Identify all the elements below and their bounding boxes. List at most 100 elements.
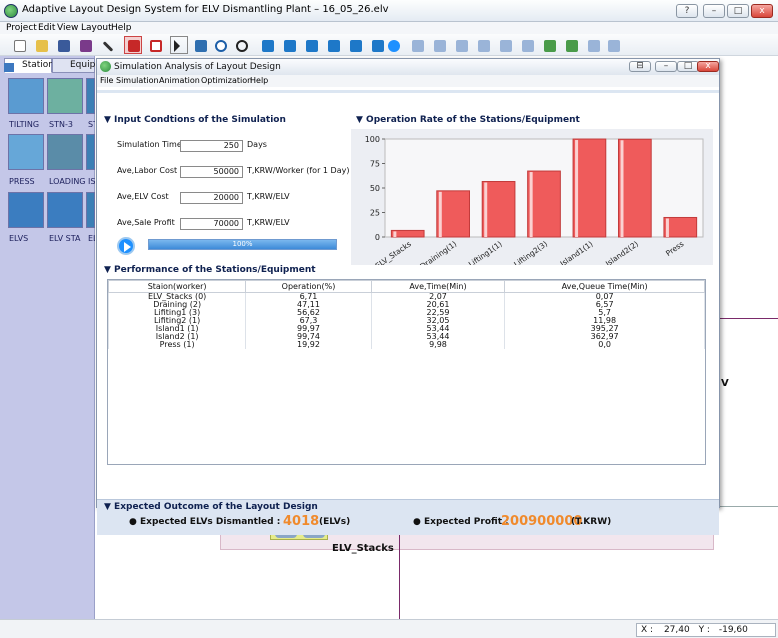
minimize-button[interactable]: – [703, 4, 725, 18]
simulation-dialog: Simulation Analysis of Layout Design ⊟ –… [96, 58, 720, 535]
dialog-restore-button[interactable]: ⊟ [629, 61, 651, 72]
progress-text: 100% [232, 240, 253, 248]
play-icon[interactable] [384, 36, 402, 54]
tile-label: STN-3 [49, 120, 73, 129]
align-tool-1-icon[interactable] [258, 36, 276, 54]
tools-icon[interactable] [98, 36, 116, 54]
dlg-menu-help[interactable]: Help [250, 75, 268, 87]
dlg-menu-file[interactable]: File [100, 75, 113, 87]
outcome-panel: ▼ Expected Outcome of the Layout Design … [97, 499, 719, 535]
help-window-button[interactable]: ? [676, 4, 698, 18]
tile-stn-3[interactable] [47, 78, 83, 114]
play-icon [124, 242, 131, 252]
performance-section-title: ▼ Performance of the Stations/Equipment [104, 265, 316, 275]
dialog-title: Simulation Analysis of Layout Design [114, 62, 281, 72]
table-row[interactable]: Press (1) 19,92 9,98 0,0 [107, 341, 705, 349]
elv-cost-input[interactable]: 20000 [180, 192, 243, 204]
dlg-menu-simulation[interactable]: Simulation [116, 75, 159, 87]
column-header[interactable]: Ave,Queue Time(Min) [504, 280, 705, 293]
y-value: -19,60 [718, 625, 748, 635]
dialog-minimize-button[interactable]: – [655, 61, 677, 72]
dialog-maximize-button[interactable]: □ [677, 61, 699, 72]
tile-loading[interactable] [47, 134, 83, 170]
tile-label: ELVS [9, 234, 29, 243]
simulation-time-input[interactable]: 250 [180, 140, 243, 152]
run-simulation-button[interactable] [117, 237, 135, 255]
input-unit: T,KRW/ELV [247, 218, 290, 227]
outcome-section-title: ▼ Expected Outcome of the Layout Design [104, 502, 318, 512]
dialog-app-icon [100, 61, 111, 72]
zoom-icon[interactable] [211, 36, 229, 54]
tile-elv-stacks[interactable] [47, 192, 83, 228]
ungroup-icon[interactable] [604, 36, 622, 54]
menu-project[interactable]: Project [6, 22, 37, 34]
dialog-titlebar: Simulation Analysis of Layout Design ⊟ –… [97, 59, 719, 75]
align-tool-4-icon[interactable] [324, 36, 342, 54]
group-icon[interactable] [584, 36, 602, 54]
tile-is[interactable] [86, 134, 95, 170]
y-tick-label: 75 [370, 160, 380, 169]
save-as-icon[interactable] [76, 36, 94, 54]
new-file-icon[interactable] [10, 36, 28, 54]
tile-st[interactable] [86, 78, 95, 114]
tile-elvs[interactable] [8, 192, 44, 228]
column-header[interactable]: Operation(%) [245, 280, 372, 293]
dlg-menu-animation[interactable]: Animation [159, 75, 200, 87]
maximize-button[interactable]: □ [727, 4, 749, 18]
column-header[interactable]: Ave,Time(Min) [370, 280, 506, 293]
column-header[interactable]: Staion(worker) [107, 280, 247, 293]
elvs-label: ● Expected ELVs Dismantled : [129, 517, 281, 527]
main-window-title: Adaptive Layout Design System for ELV Di… [22, 4, 389, 15]
y-tick-label: 0 [375, 233, 380, 242]
open-folder-icon[interactable] [32, 36, 50, 54]
tile-label: TILTING [9, 120, 40, 129]
pan-icon[interactable] [232, 36, 250, 54]
pointer-icon[interactable] [170, 36, 188, 54]
sale-profit-input[interactable]: 70000 [180, 218, 243, 230]
layout-tool-5-icon[interactable] [496, 36, 514, 54]
layout-tool-1-icon[interactable] [408, 36, 426, 54]
layout-tool-2-icon[interactable] [430, 36, 448, 54]
tile-press[interactable] [8, 134, 44, 170]
menu-help[interactable]: Help [111, 22, 132, 34]
layout-tool-4-icon[interactable] [474, 36, 492, 54]
body-header-strip [97, 90, 719, 93]
tab-equipment[interactable]: Equipm [52, 58, 104, 73]
align-tool-5-icon[interactable] [346, 36, 364, 54]
dlg-menu-optimization[interactable]: Optimization [201, 75, 252, 87]
align-tool-2-icon[interactable] [280, 36, 298, 54]
delete-icon[interactable] [191, 36, 209, 54]
partial-label: V [721, 378, 729, 389]
canvas-guide-line [719, 318, 778, 319]
labor-cost-input[interactable]: 50000 [180, 166, 243, 178]
x-value: 27,40 [663, 625, 690, 635]
progress-bar: 100% [148, 239, 337, 250]
layout-tool-6-icon[interactable] [518, 36, 536, 54]
rotate-left-icon[interactable] [540, 36, 558, 54]
align-tool-3-icon[interactable] [302, 36, 320, 54]
chart-section-title: ▼ Operation Rate of the Stations/Equipme… [356, 115, 580, 125]
input-label: Simulation Time [117, 140, 182, 149]
tile-tilting[interactable] [8, 78, 44, 114]
y-tick-label: 25 [370, 209, 380, 218]
layout-tool-3-icon[interactable] [452, 36, 470, 54]
bar-highlight [393, 231, 397, 237]
input-label: Ave,Sale Profit [117, 218, 175, 227]
operation-rate-chart: 0255075100ELV_Stacks Draining(1) Lifting1(… [351, 129, 713, 265]
menu-view[interactable]: View [57, 22, 78, 34]
menu-edit[interactable]: Edit [38, 22, 55, 34]
menu-layout[interactable]: Layout [81, 22, 112, 34]
record-icon[interactable] [124, 36, 142, 54]
component-panel: Station Equipm TILTING STN-3 ST PRESS LO… [0, 56, 104, 619]
save-icon[interactable] [54, 36, 72, 54]
rotate-right-icon[interactable] [562, 36, 580, 54]
dialog-close-button[interactable]: x [697, 61, 719, 72]
table-row[interactable]: Island2 (1) 99,74 53,44 362,97 [107, 333, 705, 341]
close-button[interactable]: x [751, 4, 773, 18]
main-menubar: Project Edit View Layout Help [0, 22, 778, 34]
bar-highlight [438, 191, 442, 237]
performance-table: Staion(worker) Operation(%) Ave,Time(Min… [107, 279, 706, 465]
tile-el[interactable] [86, 192, 95, 228]
stop-record-icon[interactable] [146, 36, 164, 54]
app-icon [4, 4, 18, 18]
